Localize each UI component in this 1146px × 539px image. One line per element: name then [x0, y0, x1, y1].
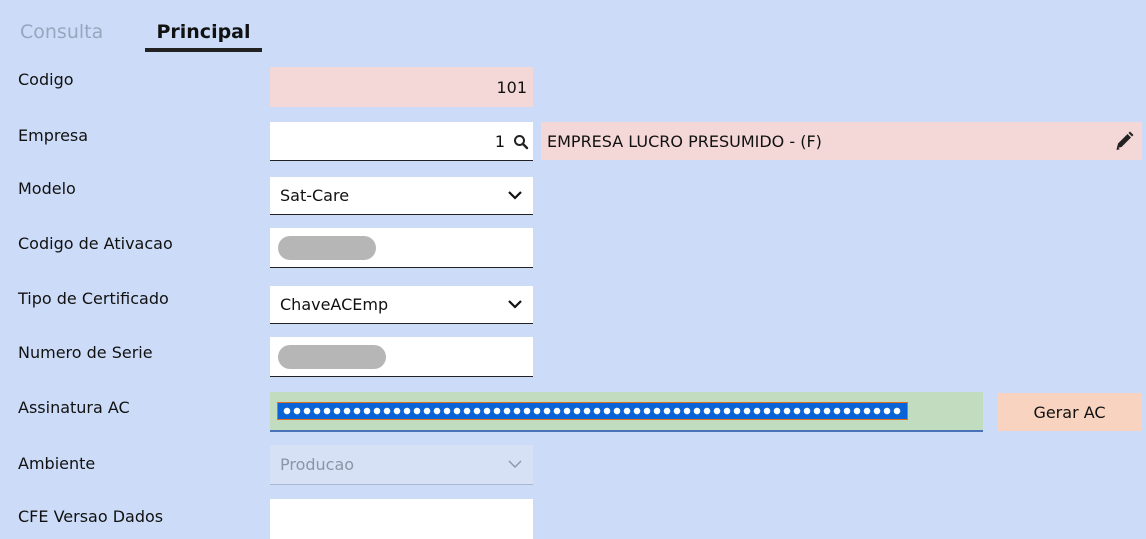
modelo-value: Sat-Care [280, 186, 350, 205]
modelo-label: Modelo [18, 179, 76, 198]
redacted-value [278, 235, 376, 260]
ambiente-value: Producao [280, 455, 355, 474]
gerar-ac-button[interactable]: Gerar AC [997, 393, 1142, 431]
empresa-name-field: EMPRESA LUCRO PRESUMIDO - (F) [541, 122, 1142, 160]
assinatura-ac-input[interactable] [270, 392, 983, 432]
codigo-field: 101 [270, 67, 533, 107]
pencil-icon[interactable] [1114, 131, 1134, 151]
assinatura-ac-label: Assinatura AC [18, 398, 130, 417]
chevron-down-icon [508, 460, 522, 468]
chevron-down-icon[interactable] [507, 299, 523, 309]
ambiente-label: Ambiente [18, 454, 96, 473]
numero-serie-input[interactable] [270, 337, 533, 377]
tipo-certificado-value: ChaveACEmp [280, 295, 389, 314]
tipo-certificado-select[interactable]: ChaveACEmp [270, 286, 533, 324]
redacted-value [278, 344, 386, 369]
search-icon[interactable] [513, 134, 529, 150]
empresa-code-value: 1 [494, 131, 505, 151]
tab-principal[interactable]: Principal [145, 18, 262, 52]
ambiente-select[interactable]: Producao [270, 445, 533, 485]
chevron-down-icon[interactable] [507, 190, 523, 200]
codigo-ativacao-input[interactable] [270, 228, 533, 268]
empresa-code-input[interactable]: 1 [270, 122, 533, 161]
empresa-label: Empresa [18, 126, 89, 145]
cfe-versao-dados-label: CFE Versao Dados [18, 507, 164, 526]
codigo-label: Codigo [18, 70, 74, 89]
tab-consulta[interactable]: Consulta [20, 18, 103, 46]
numero-serie-label: Numero de Serie [18, 343, 153, 362]
modelo-select[interactable]: Sat-Care [270, 177, 533, 215]
masked-selected-text [277, 402, 908, 420]
codigo-value: 101 [496, 77, 527, 97]
codigo-ativacao-label: Codigo de Ativacao [18, 234, 173, 253]
empresa-name-value: EMPRESA LUCRO PRESUMIDO - (F) [547, 131, 822, 151]
cfe-versao-dados-input[interactable] [270, 499, 533, 539]
tipo-certificado-label: Tipo de Certificado [18, 289, 169, 308]
password-dots [282, 407, 902, 415]
